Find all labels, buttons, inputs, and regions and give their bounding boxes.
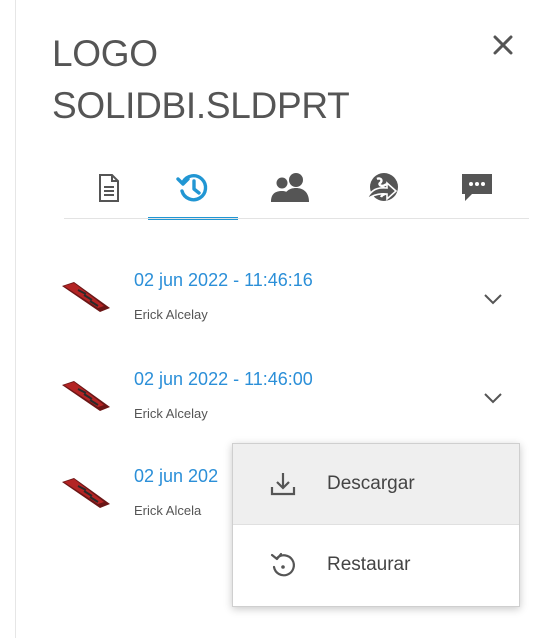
- restore-label: Restaurar: [327, 554, 411, 575]
- version-item: 02 jun 2022 - 11:46:16 Erick Alcelay: [52, 270, 522, 350]
- tab-history[interactable]: [148, 158, 238, 220]
- title-line-2: SOLIDBI.SLDPRT: [52, 85, 350, 126]
- close-button[interactable]: [486, 28, 520, 62]
- file-thumbnail: [62, 478, 110, 508]
- version-author: Erick Alcela: [134, 503, 202, 518]
- title-line-1: LOGO: [52, 33, 158, 74]
- tab-comments[interactable]: [432, 158, 522, 218]
- chevron-down-icon: [484, 393, 502, 404]
- tab-bar: [64, 158, 529, 220]
- version-author: Erick Alcelay: [134, 406, 208, 421]
- expand-button[interactable]: [476, 381, 510, 415]
- version-date-link[interactable]: 02 jun 2022 - 11:46:16: [134, 270, 313, 291]
- version-context-menu: Descargar Restaurar: [232, 443, 520, 607]
- tab-share[interactable]: [338, 158, 428, 218]
- version-item: 02 jun 2022 - 11:46:00 Erick Alcelay: [52, 369, 522, 449]
- version-author: Erick Alcelay: [134, 307, 208, 322]
- history-icon: [176, 174, 208, 202]
- document-icon: [99, 174, 119, 202]
- file-thumbnail: [62, 381, 110, 411]
- users-icon: [271, 173, 309, 202]
- version-date-link[interactable]: 02 jun 2022 - 11:46:00: [134, 369, 313, 390]
- panel-title: LOGO SOLIDBI.SLDPRT: [52, 28, 432, 132]
- expand-button[interactable]: [476, 282, 510, 316]
- version-date-link[interactable]: 02 jun 202: [134, 466, 218, 487]
- chevron-down-icon: [484, 294, 502, 305]
- close-icon: [493, 35, 513, 55]
- globe-share-icon: [365, 173, 398, 202]
- tab-users[interactable]: [246, 158, 336, 218]
- tab-document[interactable]: [64, 158, 154, 218]
- panel-left-border: [15, 0, 16, 638]
- download-icon: [270, 473, 296, 496]
- restore-menu-item[interactable]: Restaurar: [233, 525, 519, 605]
- restore-icon: [270, 552, 295, 577]
- comment-icon: [462, 174, 492, 201]
- tab-bar-divider: [64, 218, 529, 219]
- download-menu-item[interactable]: Descargar: [233, 444, 519, 524]
- download-label: Descargar: [327, 473, 415, 494]
- file-thumbnail: [62, 282, 110, 312]
